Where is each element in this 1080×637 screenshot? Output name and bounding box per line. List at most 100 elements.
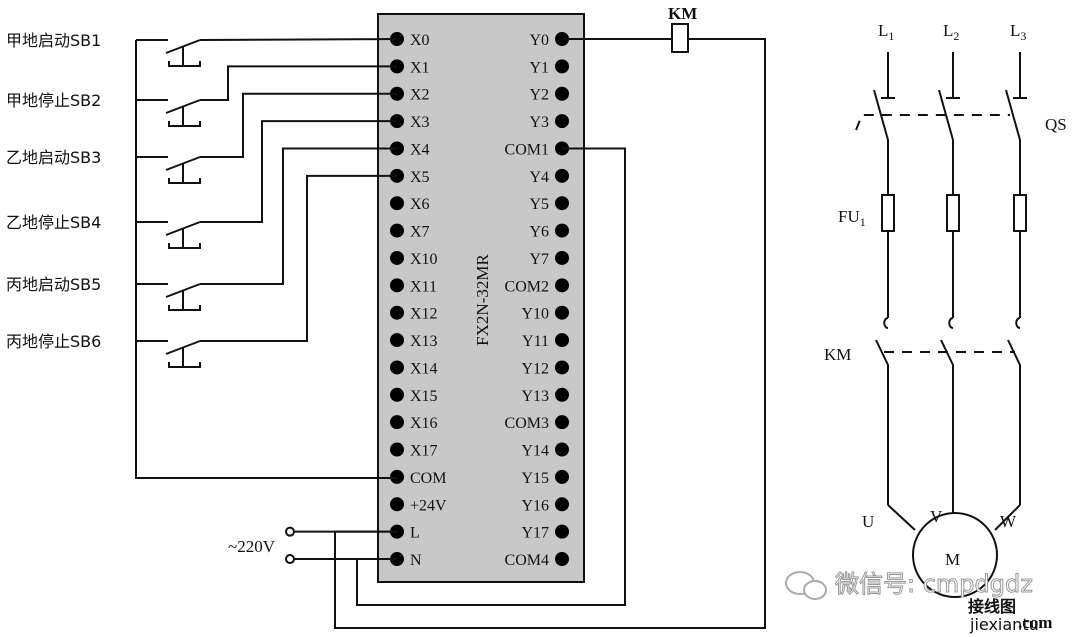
input-pin-label: X14 bbox=[410, 360, 438, 377]
input-pin-label: X3 bbox=[410, 114, 430, 131]
input-pin-label: X11 bbox=[410, 278, 437, 295]
input-pin-label: X2 bbox=[410, 87, 430, 104]
input-pin-label: X0 bbox=[410, 32, 430, 49]
output-pin-label: Y13 bbox=[521, 388, 549, 405]
plc-model-label: FX2N-32MR bbox=[473, 254, 492, 346]
input-pin-label: X5 bbox=[410, 169, 430, 186]
output-pin-label: Y7 bbox=[529, 251, 549, 268]
input-pin-label: COM bbox=[410, 470, 446, 487]
switch-label: 乙地停止SB4 bbox=[6, 213, 101, 232]
km-coil-label: KM bbox=[668, 4, 697, 23]
plc-wiring-diagram: X0 X1 X2 X3 X4 X5 X6 X7 X10 X11 X12 X13 X14 X15 X16 X17… bbox=[0, 0, 1080, 637]
output-pin-label: COM3 bbox=[505, 415, 549, 432]
diagram-canvas: X0 X1 X2 X3 X4 X5 X6 X7 X10 X11 X12 X13 X14 X15 X16 X17… bbox=[6, 4, 1067, 634]
phase-label: L2 bbox=[943, 21, 959, 43]
phase-label: L1 bbox=[878, 21, 894, 43]
terminal-dot bbox=[390, 196, 404, 211]
supply-voltage-label: ~220V bbox=[228, 537, 276, 556]
fuse bbox=[1013, 194, 1027, 232]
terminal-dot bbox=[390, 223, 404, 238]
contactor-contact bbox=[1007, 339, 1021, 505]
terminal-dot bbox=[555, 59, 569, 74]
terminal-dot bbox=[390, 305, 404, 320]
output-pin-label: Y17 bbox=[521, 525, 549, 542]
terminal-dot bbox=[555, 305, 569, 320]
output-pin-label: Y4 bbox=[529, 169, 549, 186]
terminal-dot bbox=[555, 114, 569, 129]
input-pin-label: X17 bbox=[410, 443, 438, 460]
input-pin-label: L bbox=[410, 525, 420, 542]
signal-wire bbox=[199, 38, 398, 41]
contact-hook bbox=[1015, 317, 1021, 329]
terminal-dot bbox=[555, 360, 569, 375]
contact-hook bbox=[883, 317, 889, 329]
switch-button bbox=[168, 61, 201, 67]
output-pin-label: COM4 bbox=[505, 552, 549, 569]
fuse-label: FU1 bbox=[838, 207, 866, 229]
terminal-dot bbox=[390, 442, 404, 457]
input-pin-label: X6 bbox=[410, 196, 430, 213]
motor-label: M bbox=[945, 550, 960, 569]
switch-label: 乙地启动SB3 bbox=[6, 148, 101, 167]
switch-label: 丙地启动SB5 bbox=[6, 275, 101, 294]
output-pin-label: Y5 bbox=[529, 196, 549, 213]
output-pin-label: Y3 bbox=[529, 114, 549, 131]
switch-button bbox=[168, 243, 201, 249]
switch-button bbox=[168, 121, 201, 127]
motor-lead bbox=[887, 504, 916, 531]
fuse bbox=[946, 194, 960, 232]
input-pin-label: +24V bbox=[410, 497, 447, 514]
supply-terminal bbox=[285, 526, 295, 537]
input-pin-label: X12 bbox=[410, 306, 438, 323]
terminal-dot bbox=[555, 278, 569, 293]
output-pin-label: COM1 bbox=[505, 141, 549, 158]
wechat-icon bbox=[803, 580, 827, 600]
contactor-label: KM bbox=[824, 345, 851, 364]
output-pin-label: COM2 bbox=[505, 278, 549, 295]
contactor-contact bbox=[940, 339, 954, 505]
output-pin-label: Y0 bbox=[529, 32, 549, 49]
output-pin-label: Y11 bbox=[522, 333, 549, 350]
site-watermark-cn: 接线图 bbox=[968, 597, 1016, 616]
terminal-dot bbox=[390, 415, 404, 430]
terminal-dot bbox=[390, 497, 404, 512]
contact-hook bbox=[948, 317, 954, 329]
qs-label: QS bbox=[1045, 115, 1067, 134]
phase-label: L3 bbox=[1010, 21, 1026, 43]
terminal-dot bbox=[555, 387, 569, 402]
switch-label: 甲地停止SB2 bbox=[6, 91, 101, 110]
output-pin-label: Y16 bbox=[521, 497, 549, 514]
terminal-dot bbox=[555, 415, 569, 430]
terminal-dot bbox=[555, 168, 569, 183]
output-pin-label: Y1 bbox=[529, 59, 549, 76]
output-pin-label: Y12 bbox=[521, 360, 549, 377]
input-pin-label: X13 bbox=[410, 333, 438, 350]
switch-button bbox=[168, 178, 201, 184]
motor-terminal-label: W bbox=[1000, 512, 1017, 531]
output-pin-label: Y15 bbox=[521, 470, 549, 487]
km-coil bbox=[671, 23, 689, 53]
terminal-dot bbox=[390, 250, 404, 265]
switch-button bbox=[168, 362, 201, 368]
input-pin-label: X7 bbox=[410, 224, 430, 241]
terminal-dot bbox=[390, 333, 404, 348]
output-pin-label: Y6 bbox=[529, 224, 549, 241]
wechat-watermark: 微信号: cmpdgdz bbox=[835, 570, 1033, 598]
input-pin-label: N bbox=[410, 552, 422, 569]
signal-wire bbox=[200, 120, 397, 223]
terminal-dot bbox=[390, 360, 404, 375]
terminal-dot bbox=[390, 469, 404, 484]
signal-wire bbox=[200, 174, 397, 342]
input-pin-label: X1 bbox=[410, 59, 430, 76]
input-pin-label: X10 bbox=[410, 251, 438, 268]
switch-button bbox=[168, 305, 201, 311]
isolator-linkage bbox=[855, 114, 1010, 131]
terminal-dot bbox=[555, 469, 569, 484]
terminal-dot bbox=[555, 196, 569, 211]
terminal-dot bbox=[555, 497, 569, 512]
supply-terminal bbox=[285, 554, 295, 565]
terminal-dot bbox=[555, 333, 569, 348]
terminal-dot bbox=[555, 86, 569, 101]
output-pin-label: Y2 bbox=[529, 87, 549, 104]
motor-terminal-label: U bbox=[862, 512, 874, 531]
